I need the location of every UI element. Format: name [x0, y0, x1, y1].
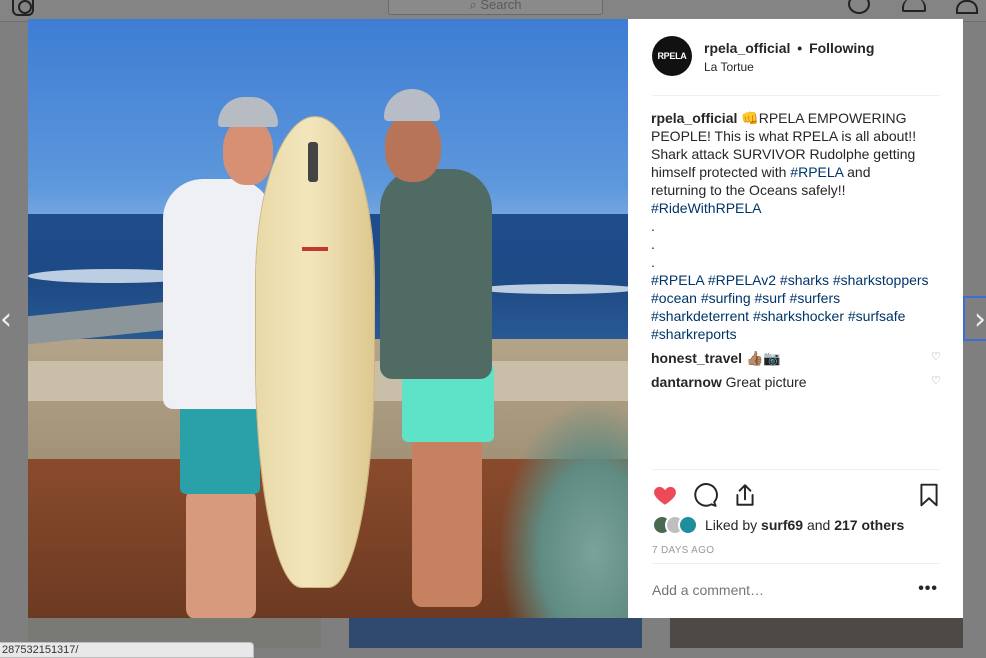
profile-icon[interactable] [956, 0, 978, 14]
comment-username[interactable]: honest_travel [651, 350, 742, 366]
liked-by-prefix: Liked by [705, 517, 762, 533]
location-link[interactable]: La Tortue [704, 60, 874, 74]
photo-agave-plant [498, 399, 628, 618]
share-icon[interactable] [732, 482, 758, 508]
caption-line: and [843, 164, 871, 180]
avatar-text: RPELA [657, 51, 687, 61]
post-caption: rpela_official 👊RPELA EMPOWERING PEOPLE!… [651, 109, 943, 343]
comment-text: 👍🏽📷 [745, 350, 781, 366]
caption-line: himself protected with [651, 164, 791, 180]
post-timestamp[interactable]: 7 DAYS AGO [652, 545, 714, 556]
search-placeholder: Search [480, 0, 522, 12]
photo-person-right [380, 169, 492, 379]
hashtag-link[interactable]: #RPELA [790, 164, 843, 180]
comment-row: dantarnow Great picture ♡ [651, 373, 943, 391]
chevron-right-icon[interactable]: › [972, 302, 986, 338]
header-text: rpela_official • Following La Tortue [704, 40, 874, 74]
liked-user-link[interactable]: surf69 [761, 517, 803, 533]
post-header: RPELA rpela_official • Following La Tort… [652, 36, 940, 96]
post-photo[interactable] [28, 19, 628, 618]
separator-dot: • [797, 40, 803, 56]
status-url-preview: 287532151317/ [0, 642, 254, 658]
comment-row: honest_travel 👍🏽📷 ♡ [651, 349, 943, 367]
more-options-button[interactable]: ••• [918, 580, 938, 598]
liked-others-link[interactable]: 217 others [834, 517, 904, 533]
likes-summary: Liked by surf69 and 217 others [652, 513, 904, 537]
background-thumbnail[interactable] [349, 618, 642, 648]
caption-dot: . [651, 254, 655, 270]
username-link[interactable]: rpela_official [704, 40, 790, 56]
caption-dot: . [651, 236, 655, 252]
bookmark-icon[interactable] [916, 482, 942, 508]
activity-heart-icon[interactable] [902, 0, 926, 12]
following-button[interactable]: Following [809, 40, 874, 56]
comment-like-icon[interactable]: ♡ [931, 375, 943, 387]
search-box[interactable]: ⌕ Search [388, 0, 603, 15]
post-modal: RPELA rpela_official • Following La Tort… [28, 19, 963, 618]
photo-surfboard [256, 117, 374, 587]
hashtag-line[interactable]: #sharkdeterrent #sharkshocker #surfsafe [651, 307, 943, 325]
post-side-panel: RPELA rpela_official • Following La Tort… [628, 19, 963, 618]
explore-icon[interactable] [848, 0, 870, 14]
background-thumbnail[interactable] [670, 618, 963, 648]
caption-username[interactable]: rpela_official [651, 110, 737, 126]
comment-input[interactable] [652, 582, 892, 598]
caption-line: RPELA EMPOWERING [758, 110, 907, 126]
comment-username[interactable]: dantarnow [651, 374, 722, 390]
heart-filled-icon[interactable] [652, 482, 678, 508]
speech-bubble-icon[interactable] [692, 482, 718, 508]
liked-and: and [803, 517, 835, 533]
fist-emoji: 👊 [741, 110, 759, 126]
hashtag-line[interactable]: #RPELA #RPELAv2 #sharks #sharkstoppers [651, 271, 943, 289]
action-bar [652, 469, 940, 513]
caption-line: PEOPLE! This is what RPELA is all about!… [651, 128, 917, 144]
hashtag-line[interactable]: #ocean #surfing #surf #surfers [651, 289, 943, 307]
comment-like-icon[interactable]: ♡ [931, 351, 943, 363]
instagram-logo-icon[interactable] [12, 0, 34, 16]
caption-line: returning to the Oceans safely!! [651, 182, 846, 198]
hashtag-line[interactable]: #sharkreports [651, 325, 943, 343]
caption-line: Shark attack SURVIVOR Rudolphe getting [651, 146, 916, 162]
add-comment-bar: ••• [652, 563, 940, 618]
avatar[interactable]: RPELA [652, 36, 692, 76]
caption-dot: . [651, 218, 655, 234]
hashtag-link[interactable]: #RideWithRPELA [651, 199, 943, 217]
liker-avatar[interactable] [678, 515, 698, 535]
comment-text: Great picture [725, 374, 807, 390]
chevron-left-icon[interactable]: ‹ [0, 302, 14, 338]
